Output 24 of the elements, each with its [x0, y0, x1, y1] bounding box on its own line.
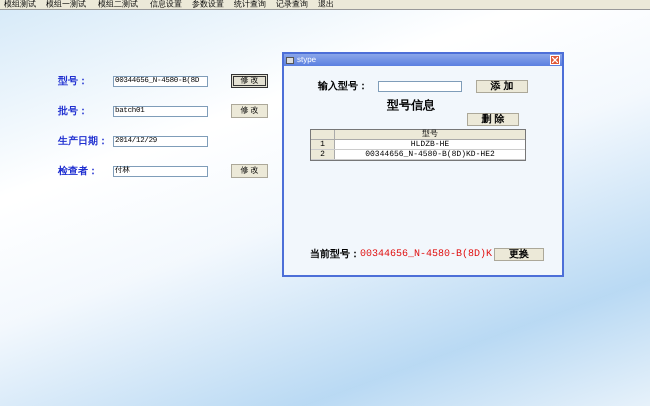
section-heading: 型号信息	[387, 98, 436, 112]
table-cell-text: HLDZB-HE	[410, 140, 450, 149]
row-number: 2	[311, 150, 335, 159]
edit-button[interactable]: 修 改	[231, 164, 268, 178]
field-label: 批号：	[58, 104, 89, 118]
edit-button[interactable]: 修 改	[231, 74, 268, 88]
current-model-label: 当前型号：	[310, 248, 360, 262]
input-label: 输入型号：	[318, 80, 369, 94]
dialog-title: stype	[297, 56, 318, 64]
row-number: 1	[311, 140, 335, 149]
field-label: 型号：	[58, 74, 89, 88]
close-icon	[552, 57, 558, 63]
current-model-value: 00344656_N-4580-B(8D)K	[360, 248, 492, 262]
window-icon	[286, 56, 294, 64]
model-input-field[interactable]	[378, 81, 462, 92]
field-label: 生产日期：	[58, 134, 109, 148]
edit-button[interactable]: 修 改	[231, 104, 268, 118]
add-button[interactable]: 添 加	[476, 80, 528, 93]
change-button[interactable]: 更换	[494, 248, 544, 261]
delete-button[interactable]: 删 除	[467, 113, 519, 126]
close-button[interactable]	[550, 55, 560, 65]
table-cell-text: 00344656_N-4580-B(8D)KD-HE2	[364, 150, 496, 159]
column-header: 型号	[421, 130, 439, 139]
field-label: 检查者：	[58, 164, 99, 178]
